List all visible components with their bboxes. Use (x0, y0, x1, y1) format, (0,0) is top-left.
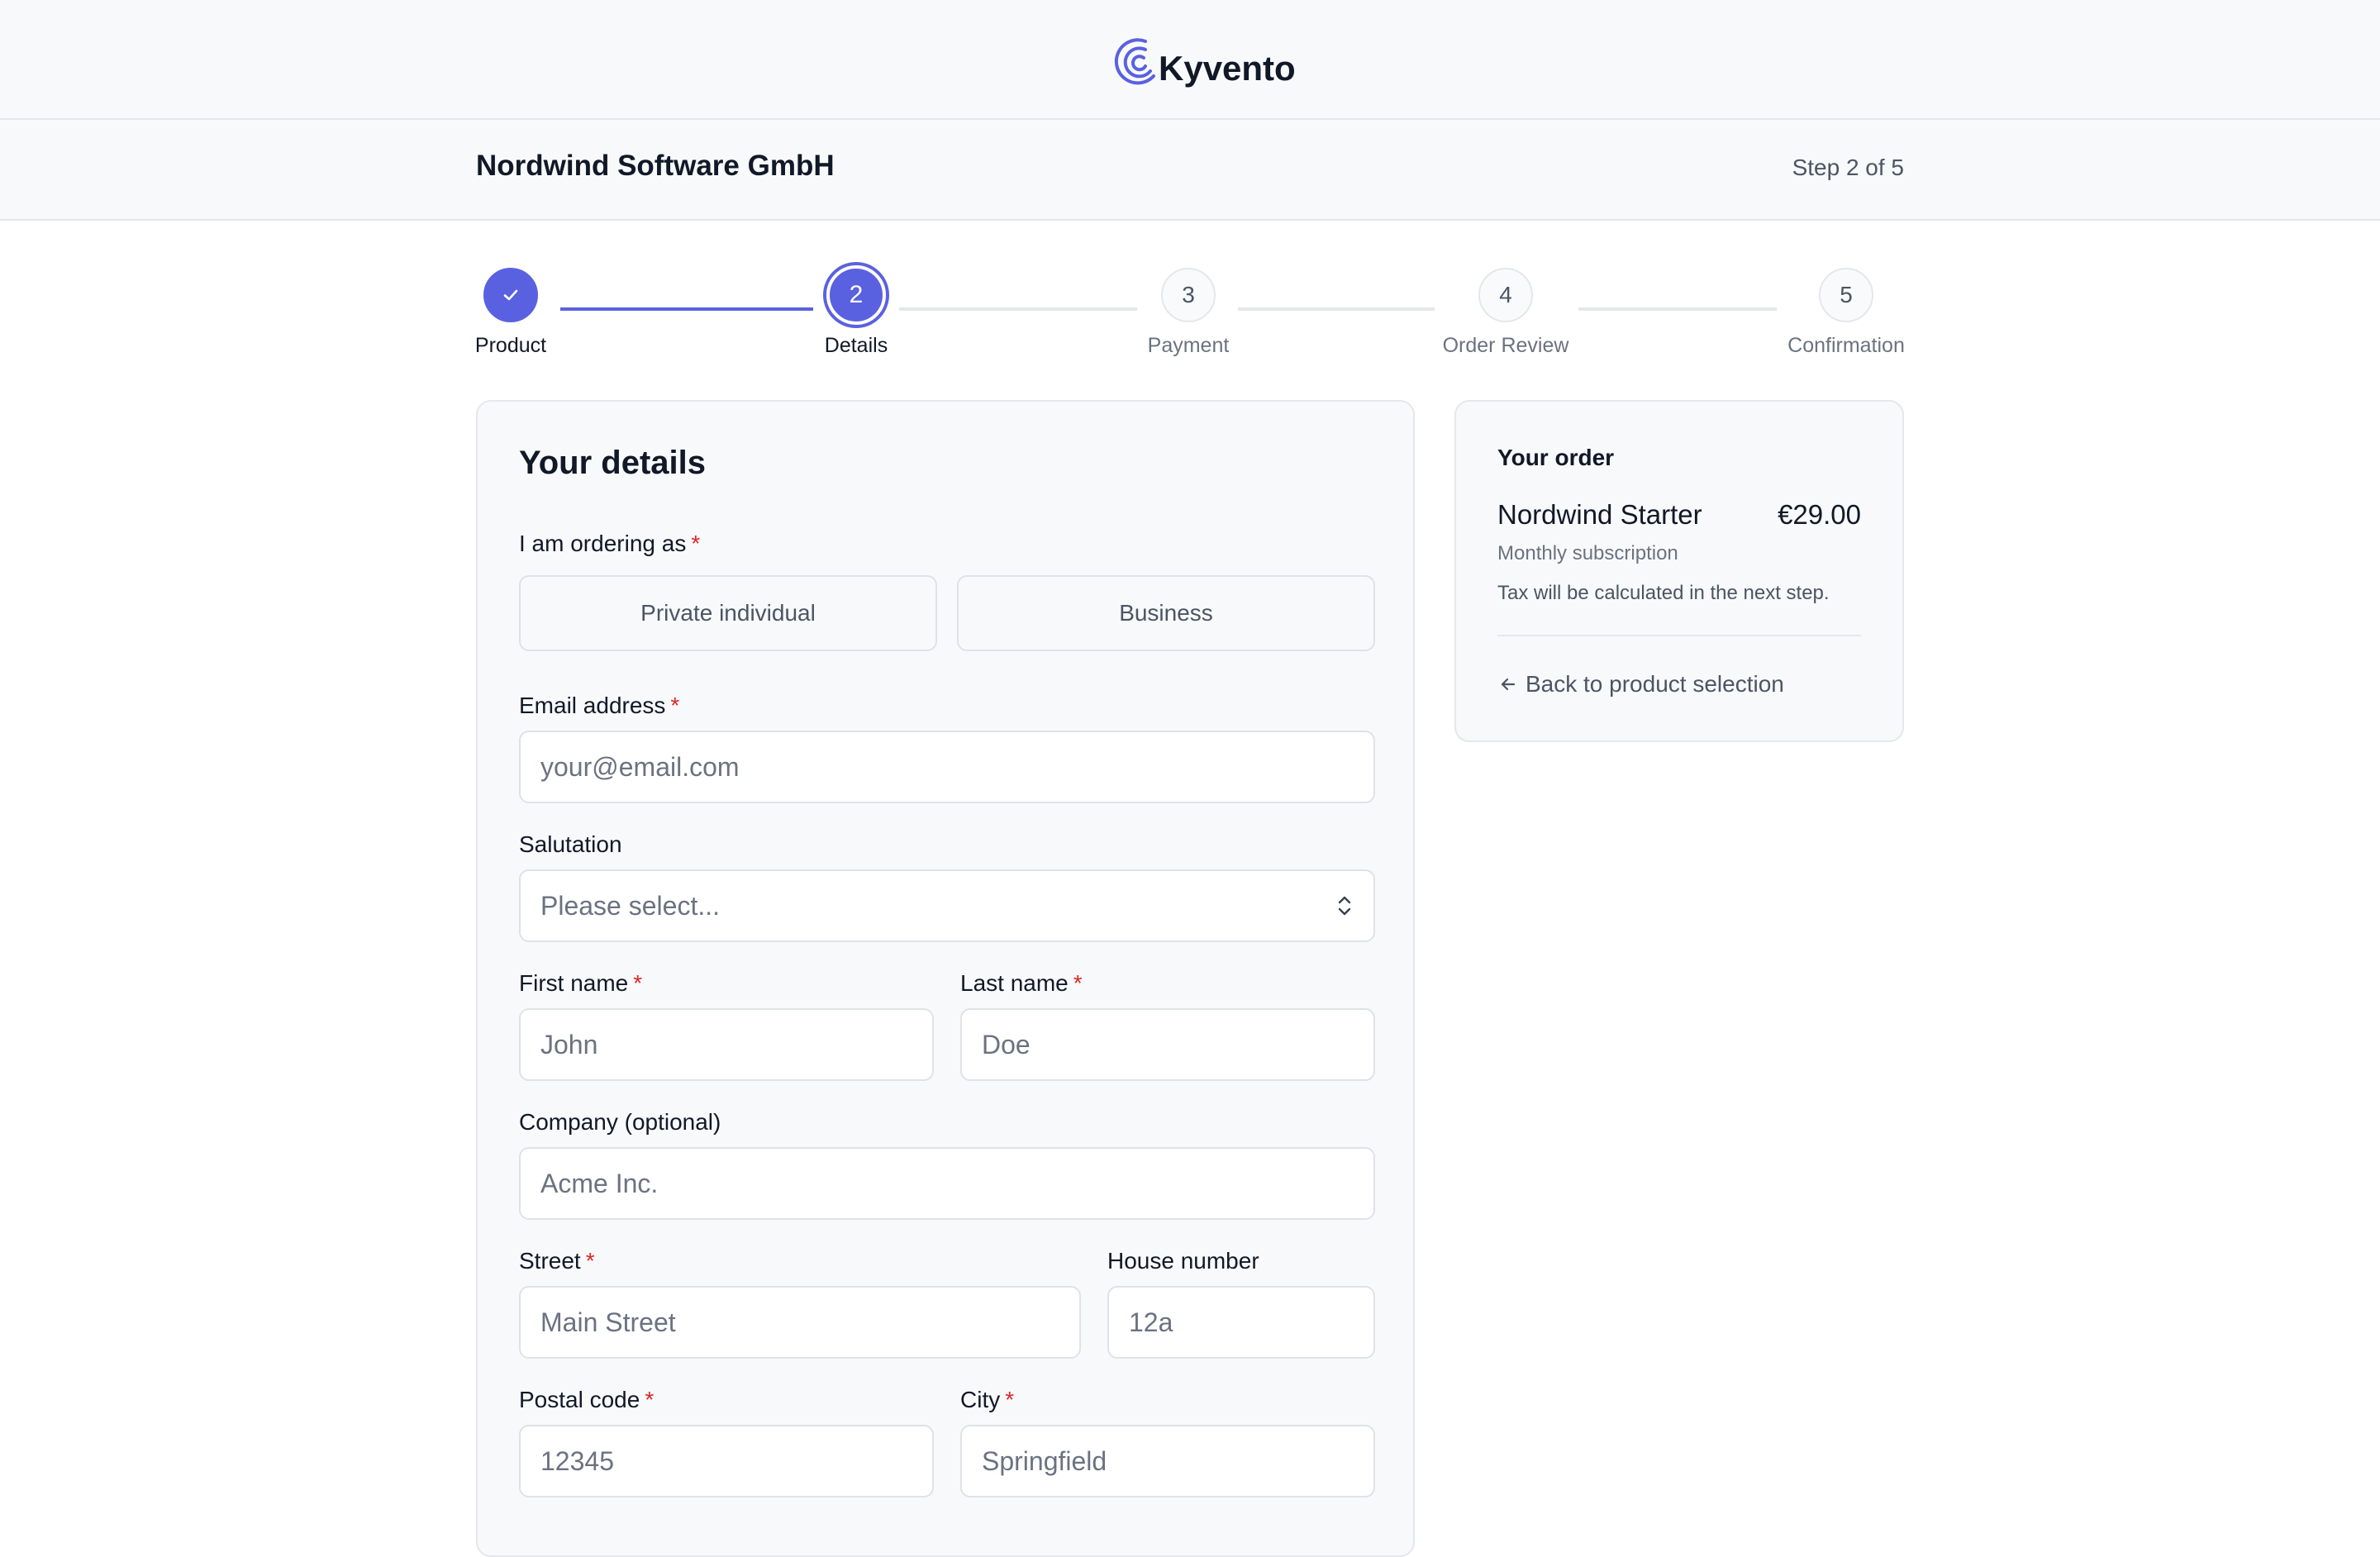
first-name-label: First name * (519, 970, 642, 997)
stepper-connector-3 (1238, 307, 1435, 311)
required-marker: * (585, 1248, 595, 1274)
step-order-review[interactable]: 4 Order Review (1443, 268, 1568, 358)
salutation-placeholder: Please select... (540, 890, 720, 921)
required-marker: * (1073, 970, 1083, 996)
chevron-updown-icon (1338, 896, 1351, 916)
step-order-review-label: Order Review (1442, 334, 1569, 357)
step-product[interactable]: Product (474, 268, 547, 358)
house-number-label: House number (1107, 1248, 1259, 1274)
step-payment-circle: 3 (1161, 268, 1216, 322)
order-tax-note: Tax will be calculated in the next step. (1497, 582, 1830, 604)
first-name-label-text: First name (519, 970, 629, 996)
order-summary-card: Your order Nordwind Starter €29.00 Month… (1454, 400, 1904, 742)
first-name-field[interactable] (519, 1008, 934, 1081)
required-marker: * (633, 970, 643, 996)
back-link-text: Back to product selection (1526, 671, 1784, 697)
street-label: Street * (519, 1248, 595, 1274)
order-price: €29.00 (1778, 499, 1861, 530)
required-marker: * (645, 1387, 654, 1412)
business-option[interactable]: Business (957, 575, 1375, 651)
last-name-label-text: Last name (960, 970, 1069, 996)
step-payment[interactable]: 3 Payment (1147, 268, 1230, 358)
order-heading: Your order (1497, 445, 1615, 470)
email-field[interactable] (519, 731, 1375, 803)
summary-divider (1497, 635, 1861, 636)
ordering-as-label-text: I am ordering as (519, 531, 687, 556)
postal-code-field[interactable] (519, 1425, 934, 1497)
step-confirmation-circle: 5 (1819, 268, 1873, 322)
city-label: City * (960, 1387, 1014, 1413)
street-field[interactable] (519, 1286, 1081, 1359)
required-marker: * (670, 693, 680, 718)
stepper-connector-2 (899, 307, 1137, 311)
check-icon (503, 289, 518, 301)
stepper-connector-1 (560, 307, 813, 311)
stepper-connector-4 (1578, 307, 1777, 311)
step-details-label: Details (824, 334, 888, 357)
step-confirmation-label: Confirmation (1787, 334, 1905, 357)
step-payment-label: Payment (1147, 334, 1230, 357)
company-label: Company (optional) (519, 1109, 721, 1135)
step-confirmation[interactable]: 5 Confirmation (1787, 268, 1905, 358)
private-individual-option[interactable]: Private individual (519, 575, 937, 651)
house-number-field[interactable] (1107, 1286, 1375, 1359)
city-field[interactable] (960, 1425, 1375, 1497)
required-marker: * (1005, 1387, 1015, 1412)
progress-stepper: Product 2 Details 3 Payment 4 Order Revi… (0, 0, 2380, 380)
ordering-as-label: I am ordering as * (519, 531, 700, 557)
street-label-text: Street (519, 1248, 581, 1274)
salutation-label: Salutation (519, 831, 622, 857)
postal-code-label-text: Postal code (519, 1387, 640, 1412)
company-field[interactable] (519, 1147, 1375, 1220)
step-order-review-circle: 4 (1478, 268, 1533, 322)
required-marker: * (691, 531, 701, 556)
form-title: Your details (519, 445, 706, 481)
email-label-text: Email address (519, 693, 666, 718)
postal-code-label: Postal code * (519, 1387, 654, 1413)
salutation-select[interactable]: Please select... (519, 869, 1375, 942)
step-product-circle (483, 268, 538, 322)
last-name-field[interactable] (960, 1008, 1375, 1081)
city-label-text: City (960, 1387, 1001, 1412)
back-to-product-link[interactable]: Back to product selection (1497, 671, 1784, 698)
step-product-label: Product (474, 334, 547, 357)
arrow-left-icon (1501, 678, 1516, 691)
step-details[interactable]: 2 Details (823, 265, 889, 358)
details-form-card: Your details I am ordering as * Private i… (476, 400, 1415, 1557)
email-label: Email address * (519, 693, 679, 719)
order-billing-period: Monthly subscription (1497, 542, 1678, 564)
last-name-label: Last name * (960, 970, 1083, 997)
step-details-circle: 2 (826, 265, 886, 325)
order-product-name: Nordwind Starter (1497, 499, 1702, 530)
